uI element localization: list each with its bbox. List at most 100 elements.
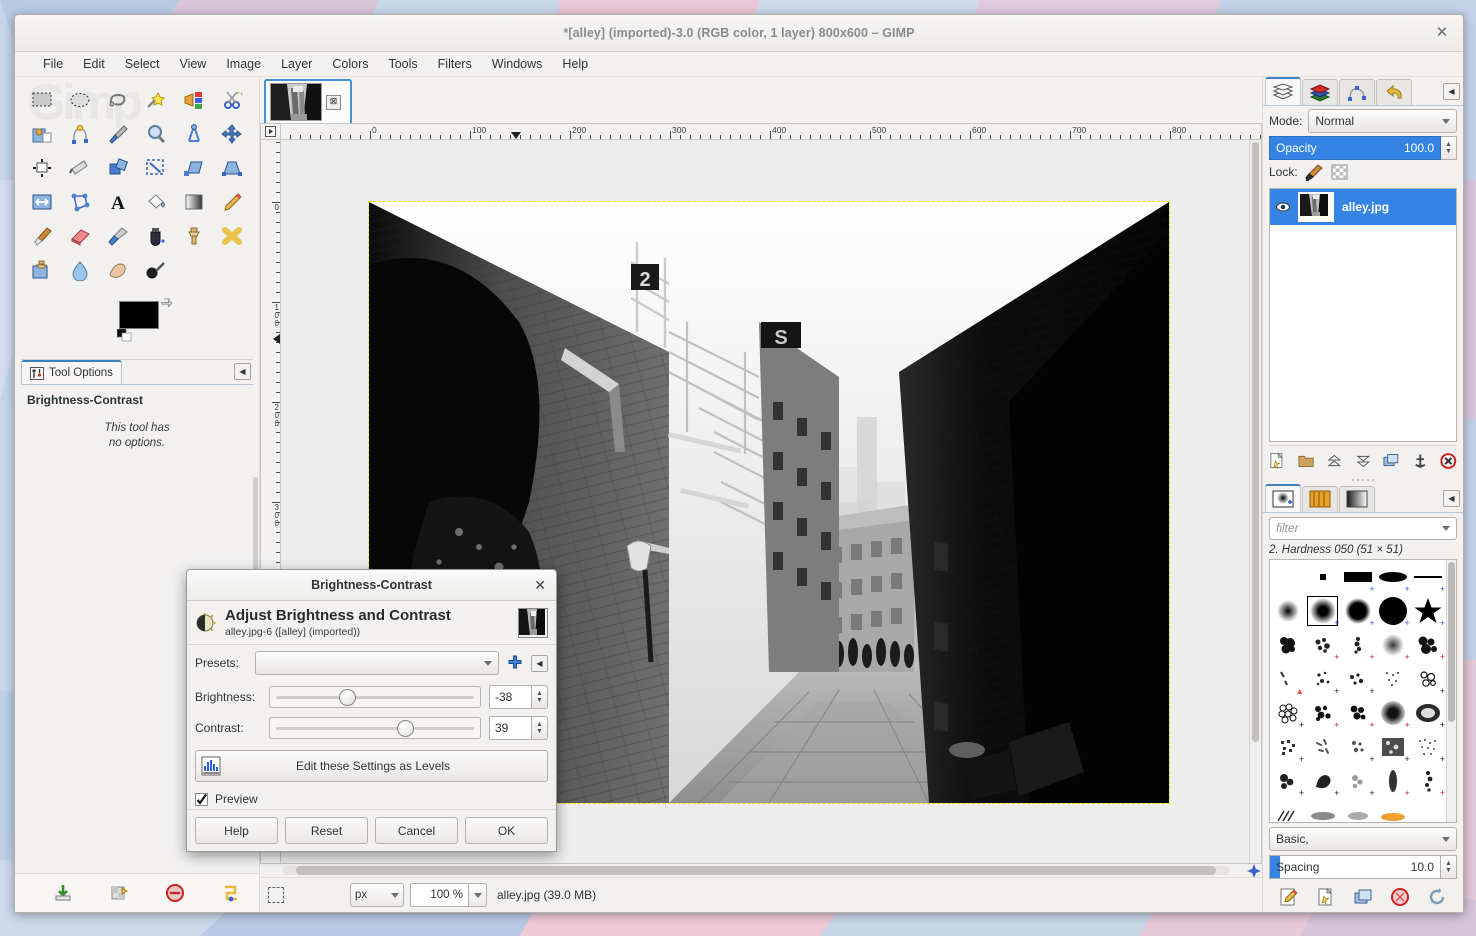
brush-cell-hardness-050[interactable]: + xyxy=(1305,594,1340,628)
tool-options-scrollbar[interactable] xyxy=(253,477,258,577)
dodge-burn-tool-icon[interactable] xyxy=(137,253,175,287)
brush-cell[interactable]: + xyxy=(1270,764,1305,798)
brush-cell[interactable]: + xyxy=(1305,662,1340,696)
brush-cell[interactable] xyxy=(1270,628,1305,662)
opacity-spinner[interactable]: ▲ ▼ xyxy=(1441,136,1457,160)
brush-cell[interactable]: + xyxy=(1376,594,1411,628)
ellipse-select-tool-icon[interactable] xyxy=(61,83,99,117)
cage-transform-tool-icon[interactable] xyxy=(61,185,99,219)
tab-gradients[interactable] xyxy=(1339,485,1375,512)
smudge-tool-icon[interactable] xyxy=(99,253,137,287)
menu-layer[interactable]: Layer xyxy=(271,55,322,73)
spacing-spinner[interactable]: ▲ ▼ xyxy=(1441,855,1457,880)
menu-select[interactable]: Select xyxy=(115,55,170,73)
tab-layers[interactable] xyxy=(1265,77,1301,105)
swap-colors-icon[interactable] xyxy=(161,297,175,311)
foreground-select-tool-icon[interactable] xyxy=(23,117,61,151)
tool-options-menu-button[interactable]: ◀ xyxy=(234,363,251,380)
contrast-slider-handle[interactable] xyxy=(397,720,414,737)
rotate-tool-icon[interactable] xyxy=(99,151,137,185)
pencil-tool-icon[interactable] xyxy=(213,185,251,219)
brush-cell[interactable]: + xyxy=(1411,696,1446,730)
brush-cell[interactable]: + xyxy=(1270,730,1305,764)
brush-cell[interactable] xyxy=(1411,798,1446,822)
brush-cell[interactable]: + xyxy=(1340,662,1375,696)
canvas-vscroll-thumb[interactable] xyxy=(1252,142,1259,742)
brush-cell[interactable] xyxy=(1340,798,1375,822)
dock-resize-grip[interactable] xyxy=(1263,476,1463,484)
menu-image[interactable]: Image xyxy=(216,55,271,73)
tab-tool-options[interactable]: Tool Options xyxy=(21,360,122,384)
paintbrush-tool-icon[interactable] xyxy=(23,219,61,253)
new-brush-icon[interactable] xyxy=(1316,887,1336,907)
tab-paths[interactable] xyxy=(1339,79,1375,105)
tab-patterns[interactable] xyxy=(1302,485,1338,512)
brush-cell[interactable] xyxy=(1376,662,1411,696)
canvas-vertical-scrollbar[interactable] xyxy=(1249,140,1261,863)
preset-menu-button[interactable]: ◀ xyxy=(531,654,548,672)
canvas-hscroll-thumb[interactable] xyxy=(296,866,1216,875)
alley-image-tab[interactable]: ⊠ xyxy=(264,79,352,123)
tab-undo-history[interactable] xyxy=(1376,79,1412,105)
rect-select-tool-icon[interactable] xyxy=(23,83,61,117)
select-by-color-tool-icon[interactable] xyxy=(175,83,213,117)
brush-cell[interactable] xyxy=(1270,560,1305,594)
brightness-slider-handle[interactable] xyxy=(339,689,356,706)
brush-cell[interactable]: + xyxy=(1376,560,1411,594)
menu-view[interactable]: View xyxy=(169,55,216,73)
brush-cell[interactable]: + xyxy=(1340,628,1375,662)
ruler-unit-button[interactable] xyxy=(260,123,281,140)
bucket-fill-tool-icon[interactable] xyxy=(137,185,175,219)
anchor-layer-icon[interactable] xyxy=(1412,452,1429,470)
zoom-input[interactable]: 100 % xyxy=(410,883,469,907)
brush-cell[interactable]: + xyxy=(1305,628,1340,662)
brush-cell[interactable]: + xyxy=(1411,764,1446,798)
flip-tool-icon[interactable] xyxy=(23,185,61,219)
brush-cell[interactable]: + xyxy=(1340,594,1375,628)
color-picker-tool-icon[interactable] xyxy=(99,117,137,151)
preview-checkbox-row[interactable]: Preview xyxy=(195,792,548,806)
tab-brushes[interactable] xyxy=(1265,483,1301,512)
horizontal-ruler[interactable]: 0 100 200 300 400 500 600 700 800 xyxy=(281,123,1262,140)
measure-tool-icon[interactable] xyxy=(175,117,213,151)
menu-colors[interactable]: Colors xyxy=(322,55,378,73)
edit-as-levels-button[interactable]: Edit these Settings as Levels xyxy=(195,750,548,782)
lower-layer-icon[interactable] xyxy=(1355,452,1372,470)
contrast-spinner[interactable]: ▲ ▼ xyxy=(532,716,548,740)
shear-tool-icon[interactable] xyxy=(175,151,213,185)
presets-select[interactable] xyxy=(255,651,499,675)
edit-brush-icon[interactable] xyxy=(1279,887,1299,907)
image-tab-close-button[interactable]: ⊠ xyxy=(326,94,341,110)
lock-pixels-icon[interactable] xyxy=(1304,163,1324,181)
brush-cell[interactable]: ▲ xyxy=(1270,662,1305,696)
brush-grid-scrollbar[interactable] xyxy=(1446,559,1456,823)
brush-filter-input[interactable]: filter xyxy=(1269,516,1457,540)
foreground-color-swatch[interactable] xyxy=(119,301,159,329)
brush-cell[interactable] xyxy=(1376,798,1411,822)
dialog-close-button[interactable]: ✕ xyxy=(534,577,546,594)
restore-tool-preset-icon[interactable] xyxy=(109,883,129,903)
brush-cell[interactable] xyxy=(1270,594,1305,628)
perspective-tool-icon[interactable] xyxy=(213,151,251,185)
text-tool-icon[interactable]: A xyxy=(99,185,137,219)
opacity-slider[interactable]: Opacity 100.0 xyxy=(1269,136,1441,160)
layer-row-alley[interactable]: alley.jpg xyxy=(1270,189,1456,225)
delete-brush-icon[interactable] xyxy=(1390,887,1410,907)
perspective-clone-tool-icon[interactable] xyxy=(23,253,61,287)
refresh-brushes-icon[interactable] xyxy=(1427,887,1447,907)
spacing-slider[interactable]: Spacing 10.0 xyxy=(1269,855,1441,880)
new-layer-icon[interactable] xyxy=(1269,452,1286,470)
contrast-input[interactable]: 39 xyxy=(489,716,532,740)
brush-cell[interactable]: + xyxy=(1376,696,1411,730)
mode-select[interactable]: Normal xyxy=(1308,109,1457,133)
brush-cell[interactable]: + xyxy=(1411,560,1446,594)
brightness-slider[interactable] xyxy=(269,686,481,708)
eraser-tool-icon[interactable] xyxy=(61,219,99,253)
brushes-dock-menu-button[interactable]: ◀ xyxy=(1443,489,1460,507)
save-tool-preset-icon[interactable] xyxy=(53,883,73,903)
menu-file[interactable]: File xyxy=(33,55,73,73)
quickmask-toggle-button[interactable] xyxy=(268,887,284,903)
help-button[interactable]: Help xyxy=(195,817,278,844)
canvas-hscroll-track[interactable] xyxy=(282,866,1230,875)
raise-layer-icon[interactable] xyxy=(1326,452,1343,470)
